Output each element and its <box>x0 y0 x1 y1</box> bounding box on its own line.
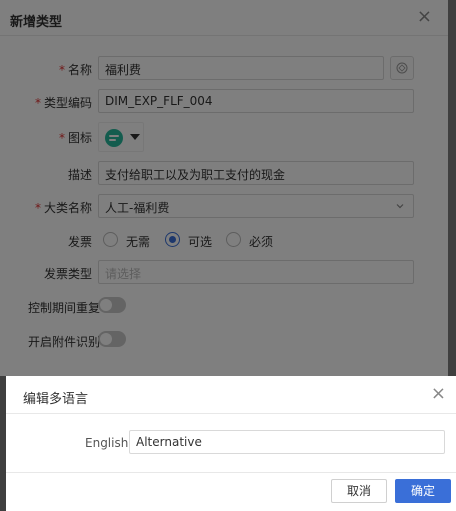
english-label: English <box>85 436 129 450</box>
dialog-footer: 取消 确定 <box>6 472 456 511</box>
dialog-title: 编辑多语言 <box>23 392 89 407</box>
dialog-header: 编辑多语言 × <box>6 376 456 414</box>
edit-multilang-dialog: 编辑多语言 × English Alternative 取消 确定 <box>6 376 456 511</box>
close-icon[interactable]: × <box>431 385 446 403</box>
english-input[interactable]: Alternative <box>129 430 445 454</box>
cancel-button[interactable]: 取消 <box>331 479 387 503</box>
confirm-button[interactable]: 确定 <box>395 479 451 503</box>
